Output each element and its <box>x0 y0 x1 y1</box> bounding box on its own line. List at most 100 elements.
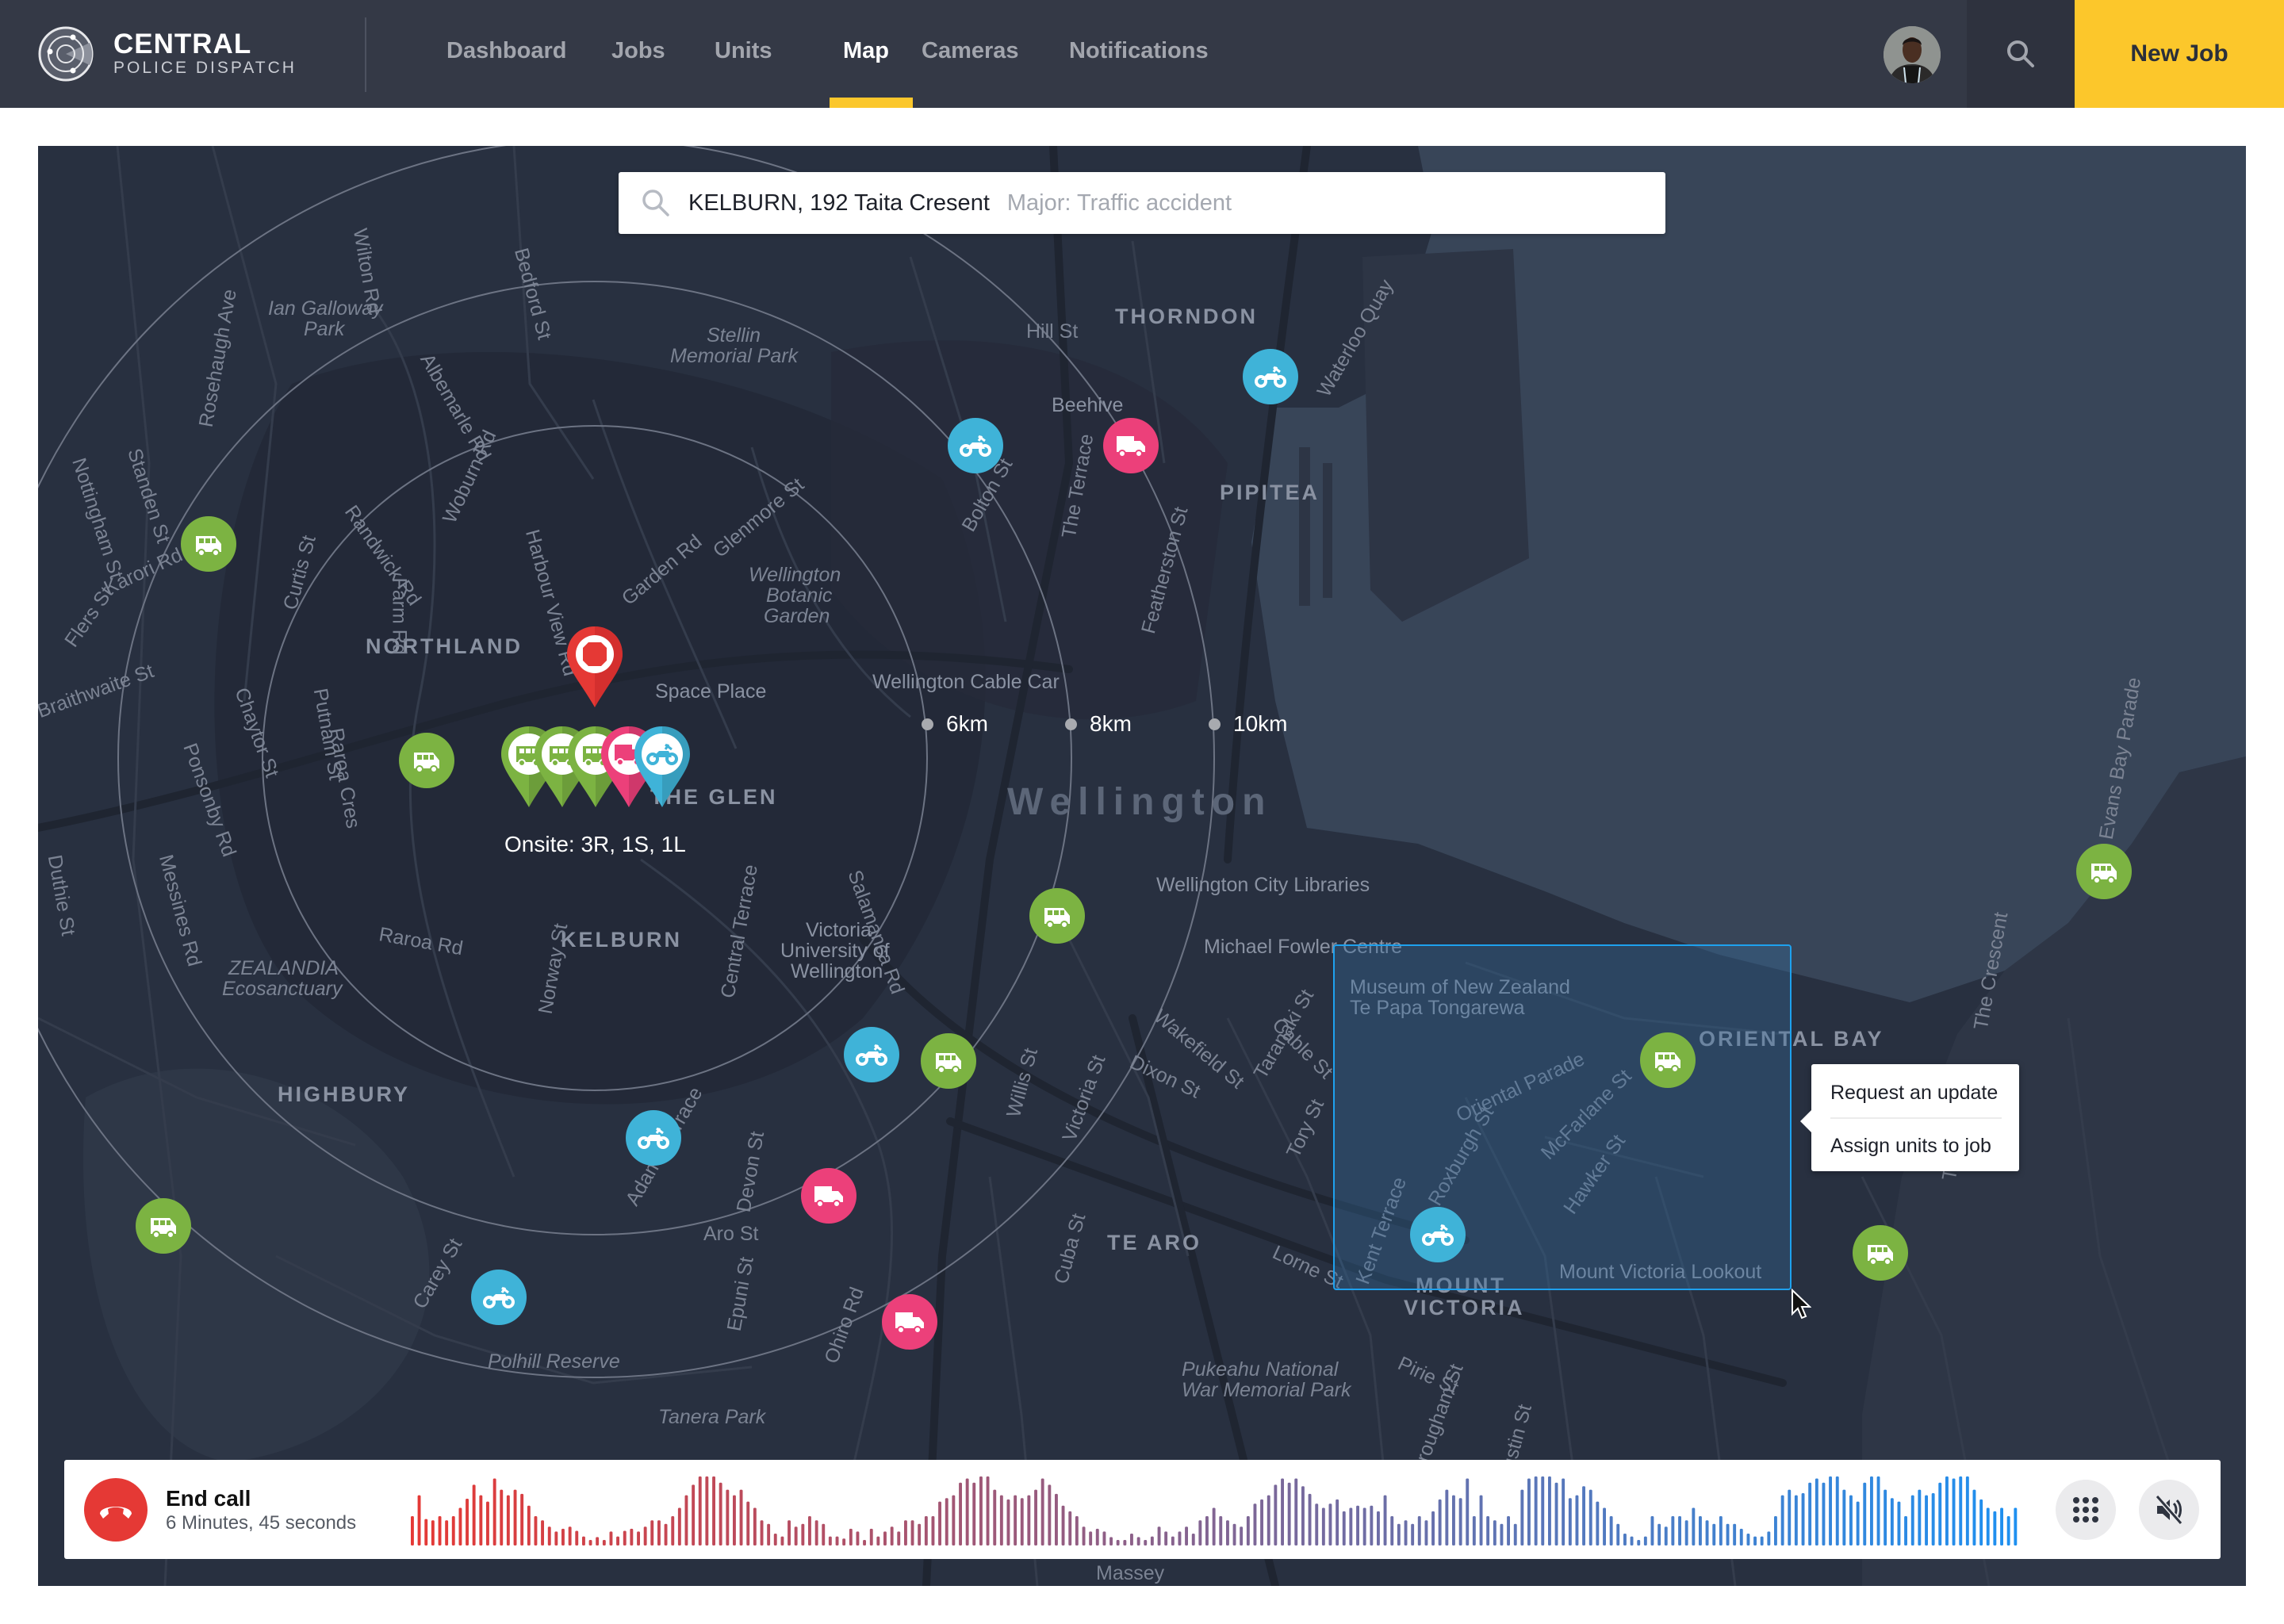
waveform-bar <box>1910 1495 1914 1545</box>
waveform-bar <box>677 1507 681 1545</box>
unit-marker-moto[interactable] <box>471 1270 527 1325</box>
nav-tab-dashboard[interactable]: Dashboard <box>446 38 566 64</box>
waveform-bar <box>596 1537 600 1545</box>
menu-item-assign-units[interactable]: Assign units to job <box>1830 1135 1991 1158</box>
waveform-bar <box>527 1505 531 1545</box>
new-job-button[interactable]: New Job <box>2075 0 2284 108</box>
onsite-summary: Onsite: 3R, 1S, 1L <box>504 832 686 856</box>
unit-marker-car[interactable] <box>921 1033 976 1089</box>
waveform-bar <box>554 1531 558 1545</box>
ring-distance-text: 10km <box>1233 711 1288 736</box>
waveform-bar <box>1575 1495 1579 1545</box>
nav-search-button[interactable] <box>1967 0 2075 108</box>
waveform-bar <box>972 1482 976 1545</box>
waveform-bar <box>411 1516 414 1545</box>
waveform-bar <box>1643 1536 1647 1545</box>
nav-tab-jobs[interactable]: Jobs <box>611 38 665 64</box>
dialpad-button[interactable] <box>2056 1480 2116 1540</box>
waveform-bar <box>1897 1501 1901 1545</box>
map-selection-area[interactable] <box>1333 944 1792 1290</box>
waveform-bar <box>952 1495 956 1545</box>
nav-tab-units[interactable]: Units <box>715 38 772 64</box>
waveform-bar <box>897 1531 901 1545</box>
incident-pin[interactable] <box>565 625 624 709</box>
onsite-pin-moto[interactable] <box>633 725 692 809</box>
waveform-bar <box>506 1495 510 1545</box>
unit-marker-truck[interactable] <box>801 1168 856 1224</box>
waveform-bar <box>1986 1507 1990 1545</box>
waveform-bar <box>1527 1478 1531 1545</box>
waveform-bar <box>671 1516 675 1545</box>
waveform-bar <box>1116 1540 1120 1545</box>
waveform-bar <box>746 1501 750 1545</box>
audio-waveform <box>411 1476 2018 1545</box>
waveform-bar <box>1424 1520 1428 1545</box>
nav-tab-cameras[interactable]: Cameras <box>922 38 1019 64</box>
van-icon <box>936 1053 961 1074</box>
waveform-bar <box>1520 1489 1524 1545</box>
unit-marker-moto[interactable] <box>844 1027 899 1082</box>
address-search-box[interactable]: KELBURN, 192 Taita Cresent Major: Traffi… <box>619 172 1665 234</box>
waveform-bar <box>1089 1531 1093 1545</box>
unit-marker-moto[interactable] <box>948 418 1003 473</box>
waveform-bar <box>1260 1499 1263 1545</box>
waveform-bar <box>856 1531 860 1545</box>
waveform-bar <box>1774 1516 1777 1545</box>
unit-marker-car[interactable] <box>1640 1032 1696 1088</box>
unit-marker-car[interactable] <box>136 1198 191 1254</box>
dispatch-map[interactable]: Wellington THORNDON PIPITEA NORTHLAND KE… <box>38 146 2246 1586</box>
waveform-bar <box>1130 1534 1133 1545</box>
mute-speaker-button[interactable] <box>2139 1480 2199 1540</box>
waveform-bar <box>828 1536 832 1545</box>
motorcycle-icon <box>638 1127 669 1149</box>
waveform-bar <box>999 1495 1003 1545</box>
waveform-bar <box>1082 1526 1086 1545</box>
unit-marker-truck[interactable] <box>1103 418 1159 473</box>
waveform-bar <box>924 1516 928 1545</box>
waveform-bar <box>1281 1478 1284 1545</box>
waveform-bar <box>1534 1476 1538 1545</box>
selection-context-menu: Request an update Assign units to job <box>1800 1064 2019 1171</box>
unit-marker-moto[interactable] <box>1410 1207 1466 1262</box>
waveform-bar <box>705 1476 709 1545</box>
nav-tab-map[interactable]: Map <box>843 38 889 64</box>
unit-marker-car[interactable] <box>1853 1225 1908 1281</box>
waveform-bar <box>1377 1511 1380 1545</box>
van-icon <box>1655 1052 1680 1073</box>
waveform-bar <box>1185 1526 1188 1545</box>
end-call-button[interactable] <box>84 1478 148 1542</box>
unit-marker-car[interactable] <box>399 733 454 788</box>
waveform-bar <box>1699 1516 1702 1545</box>
waveform-bar <box>588 1540 592 1545</box>
waveform-bar <box>582 1536 585 1545</box>
unit-marker-car[interactable] <box>181 516 236 572</box>
waveform-bar <box>1500 1523 1504 1545</box>
waveform-bar <box>945 1498 948 1545</box>
speaker-muted-icon <box>2155 1495 2183 1525</box>
unit-marker-car[interactable] <box>2076 844 2132 899</box>
unit-marker-moto[interactable] <box>626 1110 681 1166</box>
nav-tab-notifications[interactable]: Notifications <box>1069 38 1209 64</box>
unit-marker-moto[interactable] <box>1243 349 1298 404</box>
waveform-bar <box>1321 1507 1325 1545</box>
active-tab-indicator <box>830 98 913 108</box>
waveform-bar <box>1554 1482 1558 1545</box>
waveform-bar <box>623 1530 627 1545</box>
waveform-bar <box>1582 1486 1585 1545</box>
waveform-bar <box>808 1516 811 1545</box>
waveform-bar <box>609 1531 613 1545</box>
waveform-bar <box>1191 1534 1195 1545</box>
unit-marker-truck[interactable] <box>882 1294 937 1350</box>
truck-icon <box>1117 436 1145 458</box>
waveform-bar <box>1411 1523 1415 1545</box>
waveform-bar <box>534 1516 538 1545</box>
unit-marker-car[interactable] <box>1029 888 1085 944</box>
search-input-value[interactable]: KELBURN, 192 Taita Cresent <box>688 190 990 216</box>
brand[interactable]: CENTRAL POLICE DISPATCH <box>37 25 297 82</box>
user-avatar[interactable] <box>1884 26 1941 83</box>
avatar-portrait-icon <box>1884 26 1941 83</box>
menu-item-request-update[interactable]: Request an update <box>1830 1082 1998 1105</box>
waveform-bar <box>657 1520 661 1545</box>
waveform-bar <box>479 1495 483 1545</box>
waveform-bar <box>1226 1520 1229 1545</box>
